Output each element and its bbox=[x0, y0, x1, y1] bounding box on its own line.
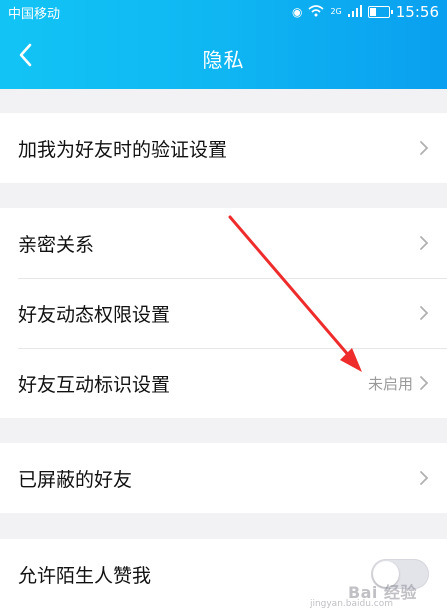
eye-icon: ◉ bbox=[291, 5, 303, 19]
row-label: 已屏蔽的好友 bbox=[18, 468, 133, 491]
row-label: 好友互动标识设置 bbox=[18, 373, 171, 396]
status-bar: 中国移动 ◉ 2G 15:56 bbox=[0, 0, 447, 26]
row-value: 未启用 bbox=[367, 374, 413, 393]
row-interaction-badge-settings[interactable]: 好友互动标识设置 未启用 bbox=[0, 348, 447, 418]
chevron-right-icon bbox=[420, 376, 429, 390]
wifi-icon bbox=[308, 4, 324, 20]
row-intimate-relationship[interactable]: 亲密关系 bbox=[0, 208, 447, 278]
network-type-label: 2G bbox=[330, 7, 342, 16]
settings-group-friends: 亲密关系 好友动态权限设置 好友互动标识设置 未启用 bbox=[0, 208, 447, 418]
watermark-sub: jingyan.baidu.com bbox=[309, 599, 393, 609]
battery-icon bbox=[367, 6, 393, 18]
clock: 15:56 bbox=[395, 3, 439, 21]
row-label: 加我为好友时的验证设置 bbox=[18, 138, 228, 161]
carrier-label: 中国移动 bbox=[8, 7, 61, 22]
chevron-right-icon bbox=[420, 471, 429, 485]
signal-icon bbox=[347, 4, 362, 20]
row-label: 好友动态权限设置 bbox=[18, 303, 171, 326]
row-label: 亲密关系 bbox=[18, 233, 95, 256]
settings-group-blocked: 已屏蔽的好友 bbox=[0, 443, 447, 513]
page-title: 隐私 bbox=[202, 48, 245, 72]
row-blocked-friends[interactable]: 已屏蔽的好友 bbox=[0, 443, 447, 513]
chevron-right-icon bbox=[420, 306, 429, 320]
settings-group-verification: 加我为好友时的验证设置 bbox=[0, 113, 447, 183]
app-header: 中国移动 ◉ 2G 15:56 隐私 bbox=[0, 0, 447, 89]
chevron-right-icon bbox=[420, 236, 429, 250]
row-friend-verification[interactable]: 加我为好友时的验证设置 bbox=[0, 113, 447, 183]
status-icons: ◉ 2G 15:56 bbox=[292, 3, 439, 21]
row-friend-feed-permissions[interactable]: 好友动态权限设置 bbox=[0, 278, 447, 348]
row-label: 允许陌生人赞我 bbox=[18, 564, 152, 587]
chevron-right-icon bbox=[420, 141, 429, 155]
